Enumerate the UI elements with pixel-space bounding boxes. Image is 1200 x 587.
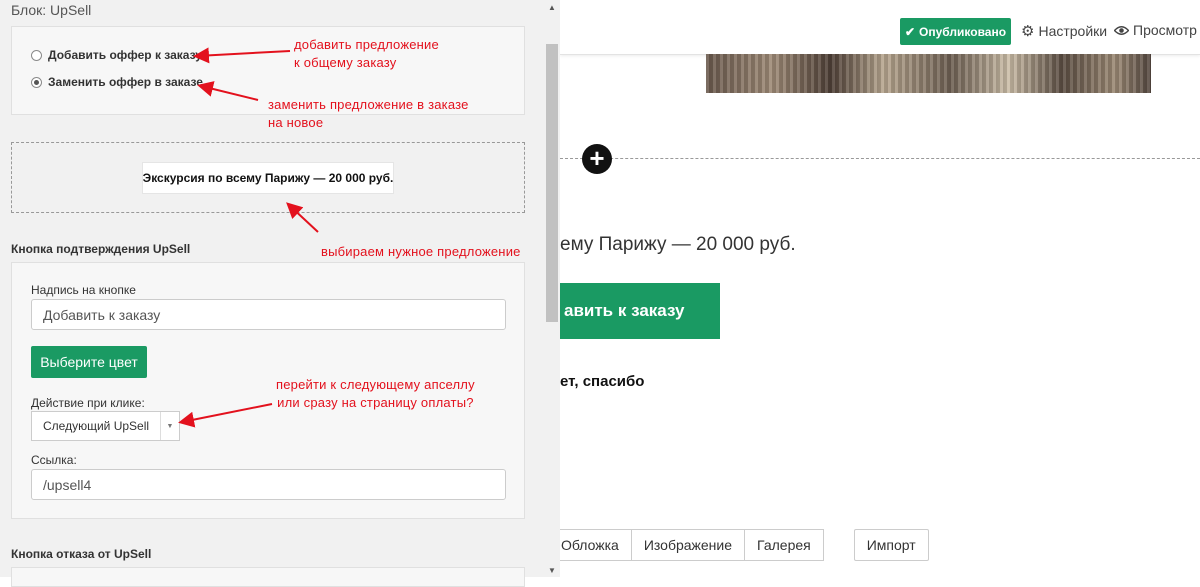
annotation-line: к общему заказу bbox=[294, 55, 397, 70]
selected-offer-chip[interactable]: Экскурсия по всему Парижу — 20 000 руб. bbox=[142, 162, 394, 194]
canvas-add-to-order-button[interactable]: авить к заказу bbox=[560, 283, 720, 339]
scrollbar-thumb[interactable] bbox=[546, 44, 558, 322]
annotation-line: добавить предложение bbox=[294, 37, 439, 52]
action-label: Действие при клике: bbox=[31, 396, 145, 410]
check-icon: ✔ bbox=[904, 24, 916, 39]
settings-link[interactable]: ⚙ Настройки bbox=[1021, 22, 1107, 40]
link-input[interactable]: /upsell4 bbox=[31, 469, 506, 500]
add-block-icon[interactable]: + bbox=[582, 144, 612, 174]
choose-color-button[interactable]: Выберите цвет bbox=[31, 346, 147, 378]
annotation-choose-offer: выбираем нужное предложение bbox=[321, 244, 521, 259]
radio-button-checked[interactable] bbox=[31, 76, 42, 88]
annotation-line: или сразу на страницу оплаты? bbox=[277, 395, 474, 410]
canvas-decline-text[interactable]: ет, спасибо bbox=[560, 373, 644, 390]
preview-label: Просмотр bbox=[1133, 22, 1197, 38]
canvas-offer-text: ему Парижу — 20 000 руб. bbox=[560, 234, 796, 255]
panel-title: Блок: UpSell bbox=[11, 2, 92, 18]
confirm-section-title: Кнопка подтверждения UpSell bbox=[11, 242, 191, 256]
radio-button[interactable] bbox=[31, 49, 42, 61]
tab-cover[interactable]: Обложка bbox=[548, 529, 632, 561]
block-type-tabs: Обложка Изображение Галерея Импорт bbox=[548, 529, 929, 561]
action-select[interactable]: Следующий UpSell ▼ bbox=[31, 411, 180, 441]
action-select-value: Следующий UpSell bbox=[43, 419, 150, 433]
import-button[interactable]: Импорт bbox=[853, 529, 929, 561]
tab-image[interactable]: Изображение bbox=[630, 529, 746, 561]
gear-icon: ⚙ bbox=[1021, 23, 1035, 40]
preview-link[interactable]: Просмотр bbox=[1114, 22, 1197, 38]
upsell-settings-panel: Блок: UpSell Добавить оффер к заказу Зам… bbox=[0, 0, 560, 587]
scroll-up-icon[interactable]: ▲ bbox=[548, 3, 556, 12]
eye-icon bbox=[1114, 25, 1129, 35]
published-button[interactable]: ✔ Опубликовано bbox=[900, 18, 1011, 45]
hero-image bbox=[706, 54, 1151, 93]
scroll-down-icon[interactable]: ▼ bbox=[548, 566, 556, 575]
radio-replace-offer-label: Заменить оффер в заказе bbox=[48, 75, 203, 89]
annotation-replace-offer: заменить предложение в заказе на новое bbox=[268, 96, 469, 132]
chevron-down-icon[interactable]: ▼ bbox=[160, 412, 179, 440]
annotation-add-offer: добавить предложение к общему заказу bbox=[294, 36, 439, 72]
block-divider bbox=[560, 158, 1200, 159]
radio-replace-offer[interactable]: Заменить оффер в заказе bbox=[31, 75, 203, 89]
annotation-line: на новое bbox=[268, 115, 324, 130]
button-text-label: Надпись на кнопке bbox=[31, 283, 136, 297]
annotation-line: заменить предложение в заказе bbox=[268, 97, 469, 112]
published-label: Опубликовано bbox=[919, 24, 1007, 39]
settings-label: Настройки bbox=[1038, 23, 1108, 39]
radio-add-offer-label: Добавить оффер к заказу bbox=[48, 48, 202, 62]
button-text-input[interactable]: Добавить к заказу bbox=[31, 299, 506, 330]
annotation-line: перейти к следующему апселлу bbox=[276, 377, 475, 392]
reject-section-title: Кнопка отказа от UpSell bbox=[11, 547, 152, 561]
link-label: Ссылка: bbox=[31, 453, 77, 467]
reject-button-card bbox=[11, 567, 525, 587]
annotation-next-action: перейти к следующему апселлу или сразу н… bbox=[276, 376, 475, 412]
tab-gallery[interactable]: Галерея bbox=[744, 529, 824, 561]
radio-add-offer[interactable]: Добавить оффер к заказу bbox=[31, 48, 202, 62]
